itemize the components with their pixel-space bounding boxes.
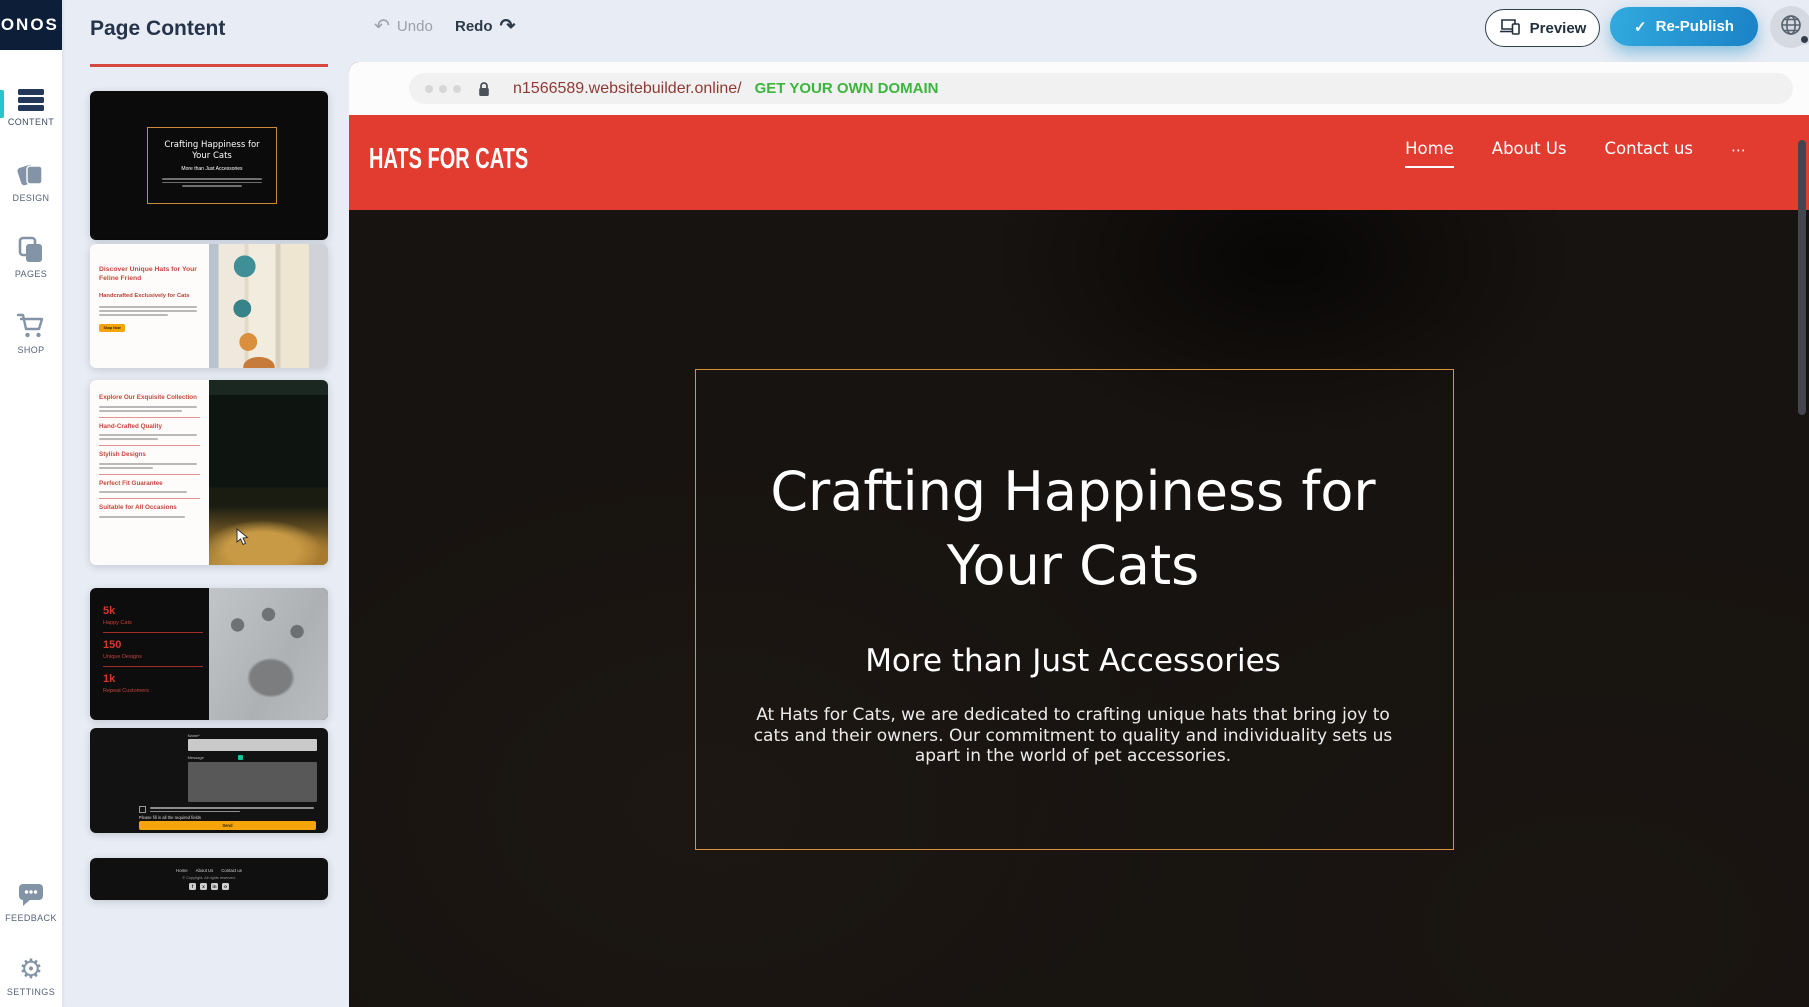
- ionos-logo: IONOS: [0, 0, 62, 50]
- site-url[interactable]: n1566589.websitebuilder.online/: [513, 80, 742, 98]
- thumb-consent-checkbox: [139, 806, 146, 813]
- get-domain-link[interactable]: GET YOUR OWN DOMAIN: [755, 80, 939, 97]
- active-tab-indicator: [0, 90, 4, 118]
- section-thumbnail-hero[interactable]: Crafting Happiness for Your Cats More th…: [90, 91, 328, 240]
- site-brand[interactable]: HATS FOR CATS: [369, 143, 528, 176]
- browser-chrome-bar: n1566589.websitebuilder.online/ GET YOUR…: [349, 62, 1809, 115]
- notification-dot: [1799, 34, 1809, 45]
- sidebar-item-pages[interactable]: PAGES: [0, 236, 62, 279]
- social-linkedin-icon: in: [211, 883, 218, 890]
- nav-home[interactable]: Home: [1405, 139, 1454, 168]
- section-thumbnail-features[interactable]: Explore Our Exquisite Collection Hand-Cr…: [90, 380, 328, 565]
- thumb-heading: Discover Unique Hats for Your Feline Fri…: [99, 266, 201, 283]
- redo-icon: ↷: [500, 17, 516, 36]
- canvas-scrollbar-thumb[interactable]: [1798, 140, 1806, 415]
- text-lines: [162, 178, 262, 187]
- nav-about[interactable]: About Us: [1492, 139, 1567, 166]
- undo-label: Undo: [397, 18, 433, 35]
- nav-more-ellipsis[interactable]: ⋯: [1731, 141, 1747, 159]
- thumb-field-marker: [238, 755, 243, 760]
- thumb-subheading: Handcrafted Exclusively for Cats: [99, 293, 201, 299]
- page-title: Page Content: [90, 17, 225, 41]
- preview-button[interactable]: Preview: [1485, 9, 1600, 47]
- site-nav: Home About Us Contact us ⋯: [1405, 139, 1747, 168]
- check-icon: ✓: [1634, 18, 1647, 36]
- pages-icon: [0, 236, 62, 264]
- social-facebook-icon: f: [189, 883, 196, 890]
- feedback-bubble-icon: [0, 880, 62, 908]
- undo-button[interactable]: ↶ Undo: [374, 17, 433, 36]
- hero-subtitle[interactable]: More than Just Accessories: [593, 643, 1553, 679]
- hero-section[interactable]: Crafting Happiness for Your Cats More th…: [349, 210, 1809, 1007]
- hero-title[interactable]: Crafting Happiness for Your Cats: [593, 455, 1553, 603]
- cat-fur-photo: [209, 380, 328, 565]
- thumb-message-textarea: [188, 762, 318, 802]
- section-thumbnail-footer[interactable]: Home About Us Contact us © Copyright. Al…: [90, 858, 328, 900]
- design-icon: [0, 160, 62, 188]
- thumb-send-button: Send: [139, 821, 316, 830]
- undo-icon: ↶: [374, 17, 390, 36]
- panel-divider: [90, 64, 328, 67]
- ionos-website-builder: ↶ Undo Redo ↷ Preview ✓ Re-Publish IO: [0, 0, 1809, 1007]
- thumb-shop-button: Shop Now: [99, 324, 125, 332]
- browser-dots: [425, 85, 461, 93]
- nav-contact[interactable]: Contact us: [1605, 139, 1694, 166]
- gear-icon: ⚙: [0, 954, 62, 982]
- sidebar-item-settings[interactable]: ⚙ SETTINGS: [0, 954, 62, 997]
- mouse-cursor: [236, 528, 250, 551]
- thumb-name-input: [188, 739, 318, 751]
- site-header[interactable]: HATS FOR CATS Home About Us Contact us ⋯: [349, 115, 1809, 210]
- cart-icon: [0, 312, 62, 340]
- republish-label: Re-Publish: [1656, 18, 1734, 35]
- hero-copy: Crafting Happiness for Your Cats More th…: [593, 455, 1553, 767]
- social-instagram-icon: o: [222, 883, 229, 890]
- site-preview-canvas: n1566589.websitebuilder.online/ GET YOUR…: [349, 62, 1809, 1007]
- redo-label: Redo: [455, 18, 493, 35]
- sidebar-item-design[interactable]: DESIGN: [0, 160, 62, 203]
- devices-icon: [1499, 18, 1521, 39]
- sidebar-rail: IONOS CONTENT DESIGN: [0, 0, 62, 1007]
- content-icon: [0, 84, 62, 112]
- sidebar-item-shop[interactable]: SHOP: [0, 312, 62, 355]
- street-food-photo: [209, 244, 328, 368]
- sidebar-item-feedback[interactable]: FEEDBACK: [0, 880, 62, 923]
- sidebar-item-content[interactable]: CONTENT: [0, 84, 62, 127]
- redo-button[interactable]: Redo ↷: [455, 17, 515, 36]
- hero-body-text[interactable]: At Hats for Cats, we are dedicated to cr…: [753, 705, 1393, 767]
- lock-icon: [477, 81, 491, 97]
- social-x-icon: x: [200, 883, 207, 890]
- text-lines: [99, 306, 197, 316]
- republish-button[interactable]: ✓ Re-Publish: [1610, 7, 1758, 46]
- url-bar: n1566589.websitebuilder.online/ GET YOUR…: [409, 73, 1793, 104]
- thumb-hero-selection: Crafting Happiness for Your Cats More th…: [147, 127, 277, 204]
- section-thumbnail-form[interactable]: Name* Message Please fill in all the req…: [90, 728, 328, 833]
- preview-label: Preview: [1530, 20, 1587, 37]
- section-thumbnail-discover[interactable]: Discover Unique Hats for Your Feline Fri…: [90, 244, 328, 368]
- paw-print-photo: [209, 588, 328, 720]
- section-thumbnail-stats[interactable]: 5k Happy Cats 150 Unique Designs 1k Repe…: [90, 588, 328, 720]
- globe-button[interactable]: [1770, 6, 1809, 48]
